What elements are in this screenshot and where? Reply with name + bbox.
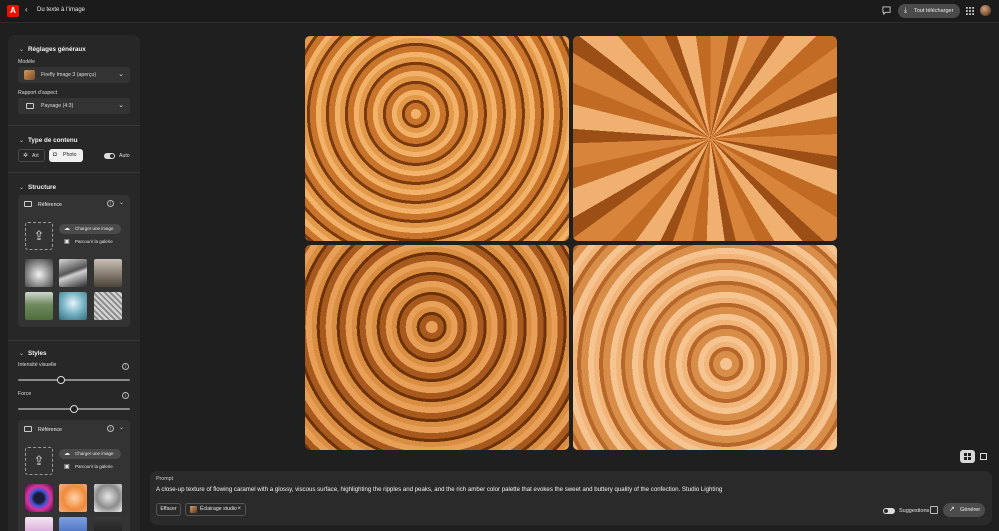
download-icon: ⤓	[904, 7, 908, 14]
single-view-icon[interactable]	[976, 450, 991, 463]
reference-header: Référence i ⌄	[18, 420, 130, 438]
chevron-down-icon[interactable]: ⌄	[119, 424, 124, 431]
image-icon	[24, 426, 32, 432]
apps-grid-icon[interactable]	[964, 5, 976, 17]
style-thumbnail-icon	[190, 506, 197, 513]
settings-panel: ⌄ Réglages généraux Modèle Firefly Image…	[8, 35, 140, 531]
structure-thumbnail[interactable]	[25, 292, 53, 320]
prompt-label: Prompt	[156, 476, 174, 482]
auto-toggle[interactable]	[104, 153, 115, 159]
reference-header: Référence i ⌄	[18, 195, 130, 213]
structure-thumbnail[interactable]	[25, 259, 53, 287]
chevron-down-icon: ⌄	[118, 71, 124, 78]
visual-intensity-slider[interactable]	[18, 376, 130, 384]
top-bar: A ‹ Du texte à l’image ⤓ Tout télécharge…	[0, 0, 999, 23]
style-thumbnail[interactable]	[25, 484, 53, 512]
strength-label: Force	[18, 391, 32, 397]
back-chevron-icon[interactable]: ‹	[25, 5, 28, 14]
slider-handle[interactable]	[70, 405, 78, 413]
upload-image-dropzone[interactable]: ⇪	[25, 222, 53, 250]
style-thumbnail[interactable]	[94, 517, 122, 531]
content-type-photo-button[interactable]: ◘ Photo	[49, 149, 83, 162]
image-icon	[24, 201, 32, 207]
structure-thumbnail[interactable]	[59, 259, 87, 287]
model-dropdown[interactable]: Firefly Image 3 (aperçu) ⌄	[18, 67, 130, 83]
collapse-chevron-icon[interactable]: ⌄	[19, 350, 24, 357]
upload-image-icon: ⇪	[33, 453, 45, 468]
comment-icon[interactable]	[880, 5, 892, 17]
suggestions-label: Suggestions	[899, 508, 930, 514]
collapse-chevron-icon[interactable]: ⌄	[19, 137, 24, 144]
style-thumbnail[interactable]	[94, 484, 122, 512]
art-icon: ✲	[23, 153, 29, 159]
style-thumbnail[interactable]	[59, 517, 87, 531]
strength-slider[interactable]	[18, 405, 130, 413]
slider-handle[interactable]	[56, 376, 65, 384]
adobe-logo[interactable]: A	[7, 5, 19, 17]
upload-image-dropzone[interactable]: ⇪	[25, 447, 53, 475]
divider	[8, 172, 140, 173]
upload-image-icon: ⇪	[33, 228, 45, 243]
style-thumbnail[interactable]	[59, 484, 87, 512]
reference-label: Référence	[38, 427, 62, 433]
visual-intensity-label: Intensité visuelle	[18, 362, 57, 368]
cloud-upload-icon: ☁	[64, 226, 70, 232]
studio-lighting-chip[interactable]: Éclairage studio ×	[185, 503, 246, 516]
generated-image[interactable]	[305, 36, 569, 241]
divider	[8, 125, 140, 126]
info-icon[interactable]: i	[122, 392, 129, 399]
browse-gallery-button[interactable]: ▣ Parcourir la galerie	[59, 462, 121, 472]
upload-image-button[interactable]: ☁ Charger une image	[59, 449, 121, 459]
suggestions-toggle[interactable]	[883, 508, 895, 514]
aspect-ratio-label: Rapport d’aspect	[18, 90, 58, 96]
style-thumbnail[interactable]	[25, 517, 53, 531]
camera-icon: ◘	[53, 152, 57, 158]
landscape-icon	[26, 103, 34, 109]
structure-thumbnail[interactable]	[94, 292, 122, 320]
suggestions-settings-icon[interactable]	[930, 506, 938, 514]
divider	[8, 340, 140, 341]
gallery-icon: ▣	[64, 239, 70, 245]
info-icon[interactable]: i	[107, 425, 114, 432]
structure-thumbnail[interactable]	[59, 292, 87, 320]
generate-button[interactable]: ↗ Générer	[943, 503, 985, 517]
auto-label: Auto	[119, 153, 130, 159]
avatar[interactable]	[980, 5, 991, 16]
aspect-ratio-value: Paysage (4:3)	[41, 103, 74, 109]
general-settings-title: Réglages généraux	[28, 46, 86, 53]
page-title: Du texte à l’image	[37, 7, 86, 13]
prompt-bar: Prompt A close-up texture of flowing car…	[150, 471, 992, 525]
prompt-input[interactable]: A close-up texture of flowing caramel wi…	[156, 486, 722, 493]
info-icon[interactable]: i	[107, 200, 114, 207]
reference-label: Référence	[38, 202, 62, 208]
structure-thumbnail[interactable]	[94, 259, 122, 287]
structure-title: Structure	[28, 184, 56, 191]
structure-reference-box: Référence i ⌄ ⇪ ☁ Charger une image ▣ Pa…	[18, 195, 130, 327]
model-value: Firefly Image 3 (aperçu)	[41, 72, 97, 78]
chevron-down-icon[interactable]: ⌄	[119, 199, 124, 206]
chevron-down-icon: ⌄	[118, 102, 124, 109]
content-type-title: Type de contenu	[28, 137, 78, 144]
browse-gallery-button[interactable]: ▣ Parcourir la galerie	[59, 237, 121, 247]
model-label: Modèle	[18, 59, 36, 65]
styles-title: Styles	[28, 350, 47, 357]
model-thumbnail-icon	[24, 70, 35, 80]
clear-button[interactable]: Effacer	[156, 503, 181, 516]
generated-image[interactable]	[573, 36, 837, 241]
info-icon[interactable]: i	[122, 363, 129, 370]
download-all-button[interactable]: ⤓ Tout télécharger	[898, 4, 960, 18]
aspect-ratio-dropdown[interactable]: Paysage (4:3) ⌄	[18, 98, 130, 114]
grid-view-icon[interactable]	[960, 450, 975, 463]
close-icon[interactable]: ×	[237, 504, 241, 515]
collapse-chevron-icon[interactable]: ⌄	[19, 46, 24, 53]
generated-image[interactable]	[573, 245, 837, 450]
generate-icon: ↗	[949, 506, 955, 513]
style-reference-box: Référence i ⌄ ⇪ ☁ Charger une image ▣ Pa…	[18, 420, 130, 531]
generated-image[interactable]	[305, 245, 569, 450]
gallery-icon: ▣	[64, 464, 70, 470]
cloud-upload-icon: ☁	[64, 451, 70, 457]
upload-image-button[interactable]: ☁ Charger une image	[59, 224, 121, 234]
content-type-art-button[interactable]: ✲ Art	[18, 149, 45, 162]
collapse-chevron-icon[interactable]: ⌄	[19, 184, 24, 191]
